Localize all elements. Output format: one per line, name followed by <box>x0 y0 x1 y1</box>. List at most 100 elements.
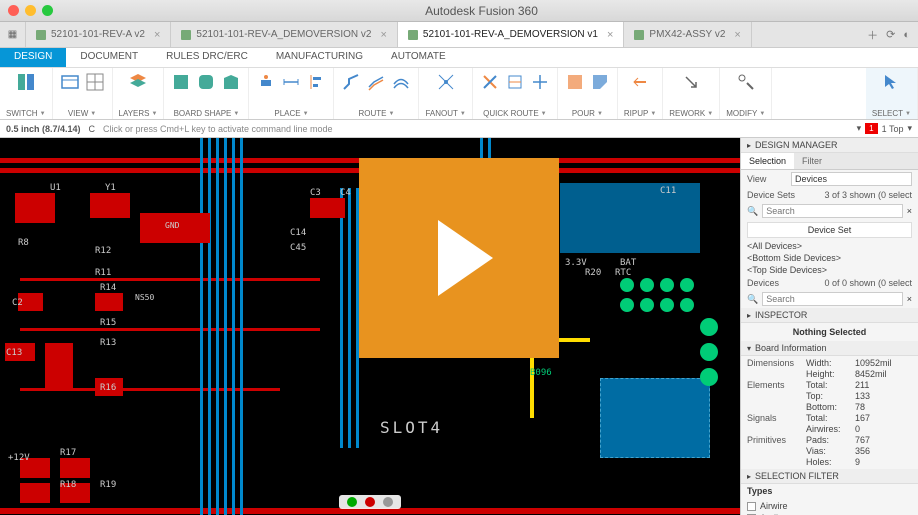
ribbon-tab-automate[interactable]: AUTOMATE <box>377 48 460 67</box>
view-select[interactable]: Devices <box>791 172 912 186</box>
minimize-window-button[interactable] <box>25 5 36 16</box>
pour-icon-2[interactable] <box>589 71 611 93</box>
info-cell: Top: <box>806 391 851 401</box>
design-manager-header[interactable]: ▸DESIGN MANAGER <box>741 138 918 153</box>
tab-home[interactable]: ▦ <box>0 22 26 47</box>
checkbox[interactable] <box>747 502 756 511</box>
ribbon-group-view[interactable]: VIEW▼ <box>53 68 113 119</box>
side-tab-filter[interactable]: Filter <box>794 153 830 169</box>
layer-dropdown-icon[interactable]: ▾ <box>907 123 912 134</box>
view-icon[interactable] <box>59 71 81 93</box>
nothing-selected: Nothing Selected <box>741 323 918 341</box>
ribbon-group-switch[interactable]: SWITCH▼ <box>0 68 53 119</box>
close-icon[interactable]: × <box>734 29 740 41</box>
ribbon-group-pour[interactable]: POUR▼ <box>558 68 618 119</box>
info-cell: Dimensions <box>747 358 802 368</box>
doc-icon <box>181 30 191 40</box>
devices-label: Devices <box>747 278 779 288</box>
switch-icon[interactable] <box>15 71 37 93</box>
device-sets-list: <All Devices> <Bottom Side Devices> <Top… <box>741 240 918 276</box>
document-tab[interactable]: 52101-101-REV-A_DEMOVERSION v1× <box>398 22 625 47</box>
close-icon[interactable]: × <box>154 29 160 41</box>
device-sets-search[interactable] <box>762 204 903 218</box>
new-tab-button[interactable]: ＋ <box>867 27 878 43</box>
ribbon-tab-document[interactable]: DOCUMENT <box>66 48 152 67</box>
doc-icon <box>36 30 46 40</box>
quickroute-icon[interactable] <box>479 71 501 93</box>
doc-icon <box>408 30 418 40</box>
document-tab[interactable]: PMX42-ASSY v2× <box>624 22 751 47</box>
route-icon[interactable] <box>340 71 362 93</box>
document-tab[interactable]: 52101-101-REV-A v2× <box>26 22 171 47</box>
board-poly-icon[interactable] <box>220 71 242 93</box>
layer-dot-red[interactable] <box>365 497 375 507</box>
device-sets-label: Device Sets <box>747 190 795 200</box>
close-window-button[interactable] <box>8 5 19 16</box>
ribbon-tab-manufacturing[interactable]: MANUFACTURING <box>262 48 377 67</box>
select-icon[interactable] <box>880 71 902 93</box>
place-icon[interactable] <box>255 71 277 93</box>
close-icon[interactable]: × <box>380 29 386 41</box>
route-diff-icon[interactable] <box>365 71 387 93</box>
ribbon-group-fanout[interactable]: FANOUT▼ <box>419 68 472 119</box>
layer-dot-gray[interactable] <box>383 497 393 507</box>
layer-name[interactable]: 1 Top <box>882 124 904 134</box>
coordinates: 0.5 inch (8.7/4.14) <box>6 124 81 134</box>
list-item[interactable]: <Top Side Devices> <box>747 264 912 276</box>
close-icon[interactable]: × <box>607 29 613 41</box>
rework-icon[interactable] <box>680 71 702 93</box>
types-label: Types <box>741 484 918 498</box>
play-video-overlay[interactable] <box>359 158 559 358</box>
clear-icon[interactable]: × <box>907 206 912 216</box>
ribbon-toolbar: SWITCH▼ VIEW▼ LAYERS▼ BOARD SHAPE▼ PLACE… <box>0 68 918 120</box>
board-info-header[interactable]: ▾Board Information <box>741 341 918 356</box>
grid-icon[interactable] <box>84 71 106 93</box>
ribbon-group-route[interactable]: ROUTE▼ <box>334 68 419 119</box>
layers-icon[interactable] <box>127 71 149 93</box>
list-item[interactable]: <All Devices> <box>747 240 912 252</box>
ripup-icon[interactable] <box>629 71 651 93</box>
ribbon-group-layers[interactable]: LAYERS▼ <box>113 68 165 119</box>
info-cell: 78 <box>855 402 912 412</box>
user-icon[interactable]: ◐ <box>903 29 910 41</box>
ribbon-group-rework[interactable]: REWORK▼ <box>663 68 720 119</box>
layer-dot-green[interactable] <box>347 497 357 507</box>
quickroute-icon-2[interactable] <box>504 71 526 93</box>
ribbon-tab-design[interactable]: DESIGN <box>0 48 66 67</box>
list-item[interactable]: <Bottom Side Devices> <box>747 252 912 264</box>
command-hint: Click or press Cmd+L key to activate com… <box>103 124 333 134</box>
ribbon-group-place[interactable]: PLACE▼ <box>249 68 334 119</box>
app-title: Autodesk Fusion 360 <box>53 4 910 18</box>
modify-icon[interactable] <box>735 71 757 93</box>
fanout-icon[interactable] <box>435 71 457 93</box>
ribbon-group-select[interactable]: SELECT▼ <box>866 68 918 119</box>
ribbon-group-modify[interactable]: MODIFY▼ <box>720 68 772 119</box>
board-icon[interactable] <box>170 71 192 93</box>
pour-icon[interactable] <box>564 71 586 93</box>
layer-prev-icon[interactable]: ▾ <box>857 123 862 134</box>
document-tab[interactable]: 52101-101-REV-A_DEMOVERSION v2× <box>171 22 398 47</box>
type-item[interactable]: Airwire <box>747 500 912 512</box>
layer-number[interactable]: 1 <box>865 123 877 134</box>
route-multi-icon[interactable] <box>390 71 412 93</box>
info-cell: Total: <box>806 380 851 390</box>
devices-search[interactable] <box>762 292 903 306</box>
ribbon-group-board-shape[interactable]: BOARD SHAPE▼ <box>164 68 249 119</box>
info-cell: Vias: <box>806 446 851 456</box>
selection-filter-header[interactable]: ▸SELECTION FILTER <box>741 469 918 484</box>
board-round-icon[interactable] <box>195 71 217 93</box>
clear-icon[interactable]: × <box>907 294 912 304</box>
document-tabs: ▦ 52101-101-REV-A v2× 52101-101-REV-A_DE… <box>0 22 918 48</box>
tab-controls: ＋ ⟳ ◐ <box>859 22 918 47</box>
info-cell <box>747 369 802 379</box>
maximize-window-button[interactable] <box>42 5 53 16</box>
ribbon-tab-rules[interactable]: RULES DRC/ERC <box>152 48 262 67</box>
inspector-header[interactable]: ▸INSPECTOR <box>741 308 918 323</box>
quickroute-icon-3[interactable] <box>529 71 551 93</box>
dimension-icon[interactable] <box>280 71 302 93</box>
ribbon-group-ripup[interactable]: RIPUP▼ <box>618 68 663 119</box>
align-icon[interactable] <box>305 71 327 93</box>
ribbon-group-quick-route[interactable]: QUICK ROUTE▼ <box>473 68 558 119</box>
side-tab-selection[interactable]: Selection <box>741 153 794 169</box>
help-icon[interactable]: ⟳ <box>886 28 895 41</box>
